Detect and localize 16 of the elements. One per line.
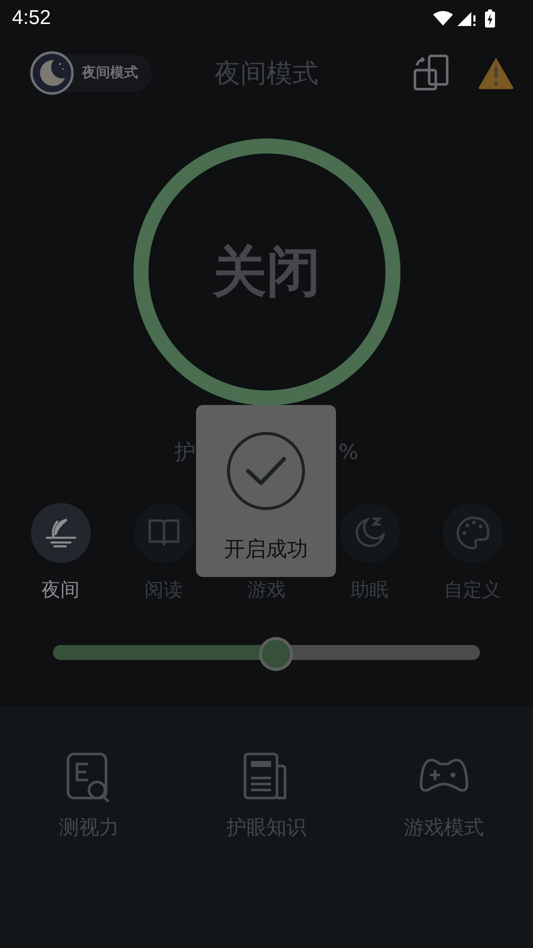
- status-label: 关闭: [212, 238, 320, 304]
- intensity-percent: %: [338, 440, 358, 464]
- check-circle-icon: [226, 431, 306, 511]
- moon-icon: [30, 51, 74, 95]
- slider-track[interactable]: [53, 645, 480, 660]
- status-ring[interactable]: [132, 137, 402, 407]
- toast-message: 开启成功: [224, 536, 308, 563]
- mode-label: 夜间: [42, 578, 80, 603]
- battery-icon: [485, 8, 495, 28]
- signal-icon: [457, 10, 477, 26]
- wifi-icon: [433, 10, 453, 26]
- status-time: 4:52: [12, 6, 51, 30]
- palette-icon: [454, 514, 492, 552]
- rotate-phone-icon[interactable]: [413, 54, 451, 92]
- slider-thumb[interactable]: [259, 637, 294, 671]
- night-mode-badge[interactable]: 夜间模式: [30, 54, 152, 92]
